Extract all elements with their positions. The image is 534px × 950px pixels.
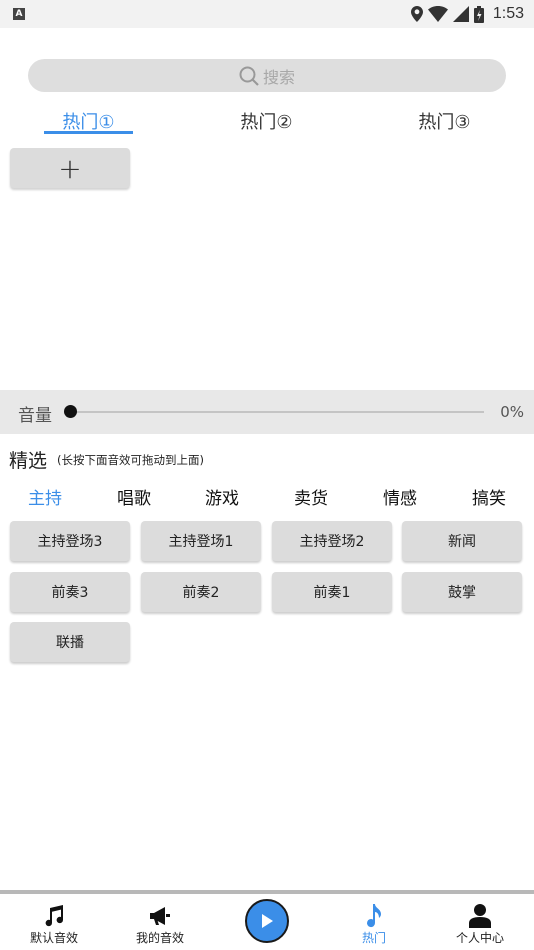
tab-category-funny[interactable]: 搞笑: [472, 484, 506, 509]
nav-label: 默认音效: [29, 931, 78, 945]
sound-button[interactable]: 主持登场2: [272, 521, 392, 561]
sound-button[interactable]: 新闻: [402, 521, 522, 561]
wifi-icon: [427, 6, 448, 22]
sound-button[interactable]: 鼓掌: [402, 572, 522, 612]
battery-icon: [473, 5, 484, 23]
play-button[interactable]: [245, 899, 289, 943]
play-icon: [262, 914, 273, 928]
sound-button[interactable]: 主持登场1: [141, 521, 261, 561]
sound-button[interactable]: 前奏3: [10, 572, 130, 612]
music-note-icon: [42, 904, 66, 928]
nav-label: 热门: [361, 931, 386, 945]
nav-label: 我的音效: [135, 931, 184, 945]
volume-slider-thumb[interactable]: [64, 405, 77, 418]
search-placeholder: 搜索: [262, 67, 295, 87]
nav-label: 个人中心: [455, 931, 504, 945]
tab-category-game[interactable]: 游戏: [205, 484, 239, 509]
tab-hot-3[interactable]: 热门③: [400, 108, 489, 136]
status-time: 1:53: [492, 5, 524, 22]
category-tabs: 主持 唱歌 游戏 卖货 情感 搞笑: [0, 484, 534, 510]
megaphone-icon: [148, 904, 172, 928]
nav-hot[interactable]: 热门: [334, 904, 414, 950]
single-note-icon: [362, 904, 386, 928]
add-sound-button[interactable]: +: [10, 148, 130, 188]
sound-button[interactable]: 联播: [10, 622, 130, 662]
featured-title: 精选: [9, 450, 48, 472]
person-icon: [468, 904, 492, 928]
search-input[interactable]: 搜索: [28, 59, 506, 92]
app-notification-icon: A: [13, 8, 25, 20]
featured-hint: (长按下面音效可拖动到上面): [57, 453, 204, 467]
sound-button[interactable]: 前奏2: [141, 572, 261, 612]
tab-category-selling[interactable]: 卖货: [294, 484, 328, 509]
status-icons: 1:53: [410, 3, 524, 25]
location-icon: [410, 6, 423, 22]
tab-category-singing[interactable]: 唱歌: [117, 484, 151, 509]
active-tab-indicator: [44, 131, 133, 134]
nav-profile[interactable]: 个人中心: [440, 904, 520, 950]
tab-hot-2[interactable]: 热门②: [222, 108, 311, 136]
volume-value: 0%: [500, 403, 524, 421]
signal-icon: [452, 6, 469, 22]
search-icon: [239, 66, 259, 86]
volume-row: 音量 0%: [0, 390, 534, 434]
sound-button[interactable]: 前奏1: [272, 572, 392, 612]
nav-my-sounds[interactable]: 我的音效: [120, 904, 200, 950]
tab-category-emotion[interactable]: 情感: [383, 484, 417, 509]
volume-label: 音量: [18, 406, 52, 426]
status-bar: A 1:53: [0, 0, 534, 28]
sound-button[interactable]: 主持登场3: [10, 521, 130, 561]
nav-default-sounds[interactable]: 默认音效: [14, 904, 94, 950]
volume-slider-track[interactable]: [70, 411, 484, 413]
tab-category-host[interactable]: 主持: [28, 484, 62, 509]
